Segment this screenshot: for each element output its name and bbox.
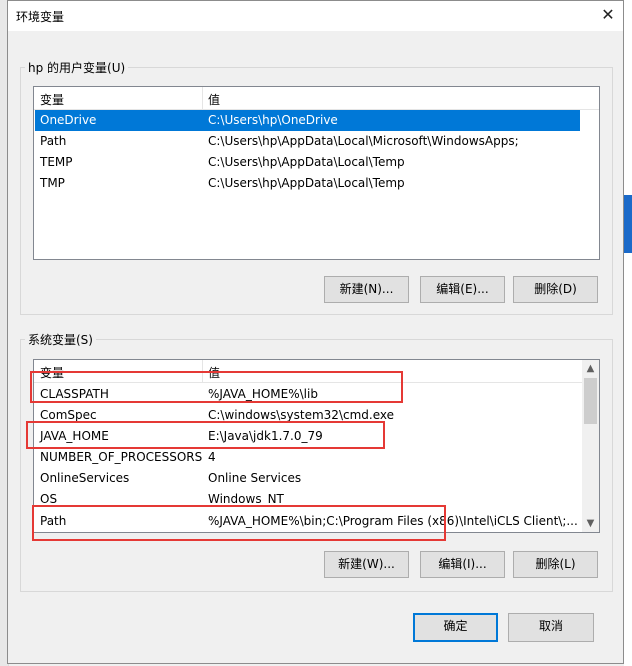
variable-value: C:\Users\hp\OneDrive xyxy=(208,113,338,127)
user-variables-label: hp 的用户变量(U) xyxy=(25,59,129,76)
variable-value: C:\Users\hp\AppData\Local\Microsoft\Wind… xyxy=(208,134,519,148)
system-delete-button[interactable]: 删除(L) xyxy=(513,551,598,578)
dialog-title: 环境变量 xyxy=(16,10,65,24)
variable-value: C:\Users\hp\AppData\Local\Temp xyxy=(208,155,405,169)
background-window-right-edge xyxy=(624,0,632,666)
list-item[interactable]: OneDrive C:\Users\hp\OneDrive xyxy=(35,110,580,131)
user-delete-button[interactable]: 删除(D) xyxy=(513,276,598,303)
user-variables-list[interactable]: 变量 值 OneDrive C:\Users\hp\OneDrive Path … xyxy=(33,86,600,260)
variable-value: C:\Users\hp\AppData\Local\Temp xyxy=(208,176,405,190)
variable-name: TMP xyxy=(40,176,65,190)
highlight-box-path xyxy=(32,505,446,541)
cancel-button[interactable]: 取消 xyxy=(508,613,594,642)
user-new-button[interactable]: 新建(N)... xyxy=(324,276,409,303)
highlight-box-java-home xyxy=(26,421,385,449)
title-bar xyxy=(8,1,623,31)
variable-name: OneDrive xyxy=(40,113,97,127)
variable-name: TEMP xyxy=(40,155,73,169)
variable-value: 4 xyxy=(208,450,216,464)
variable-value: Online Services xyxy=(208,471,302,485)
system-variables-label: 系统变量(S) xyxy=(25,331,96,348)
variable-name: Path xyxy=(40,134,67,148)
highlight-box-classpath xyxy=(30,371,403,403)
list-header: 变量 值 xyxy=(34,87,599,110)
list-item[interactable]: TEMP C:\Users\hp\AppData\Local\Temp xyxy=(35,152,580,173)
variable-name: OnlineServices xyxy=(40,471,130,485)
column-divider[interactable] xyxy=(202,87,203,109)
vertical-scrollbar[interactable]: ▲ ▼ xyxy=(582,360,599,532)
system-edit-button[interactable]: 编辑(I)... xyxy=(420,551,505,578)
variable-name: NUMBER_OF_PROCESSORS xyxy=(40,450,203,464)
list-item[interactable]: TMP C:\Users\hp\AppData\Local\Temp xyxy=(35,173,580,194)
list-item[interactable]: OnlineServices Online Services xyxy=(35,468,580,489)
scrollbar-thumb[interactable] xyxy=(584,378,597,424)
column-header-value[interactable]: 值 xyxy=(208,91,220,108)
list-item[interactable]: NUMBER_OF_PROCESSORS 4 xyxy=(35,447,580,468)
scroll-up-arrow-icon[interactable]: ▲ xyxy=(582,360,599,377)
scroll-down-arrow-icon[interactable]: ▼ xyxy=(582,515,599,532)
user-edit-button[interactable]: 编辑(E)... xyxy=(420,276,505,303)
list-item[interactable]: Path C:\Users\hp\AppData\Local\Microsoft… xyxy=(35,131,580,152)
system-new-button[interactable]: 新建(W)... xyxy=(324,551,409,578)
ok-button[interactable]: 确定 xyxy=(413,613,498,642)
column-header-variable[interactable]: 变量 xyxy=(40,91,64,108)
background-window-accent xyxy=(624,195,632,253)
close-icon[interactable]: ✕ xyxy=(594,2,622,28)
